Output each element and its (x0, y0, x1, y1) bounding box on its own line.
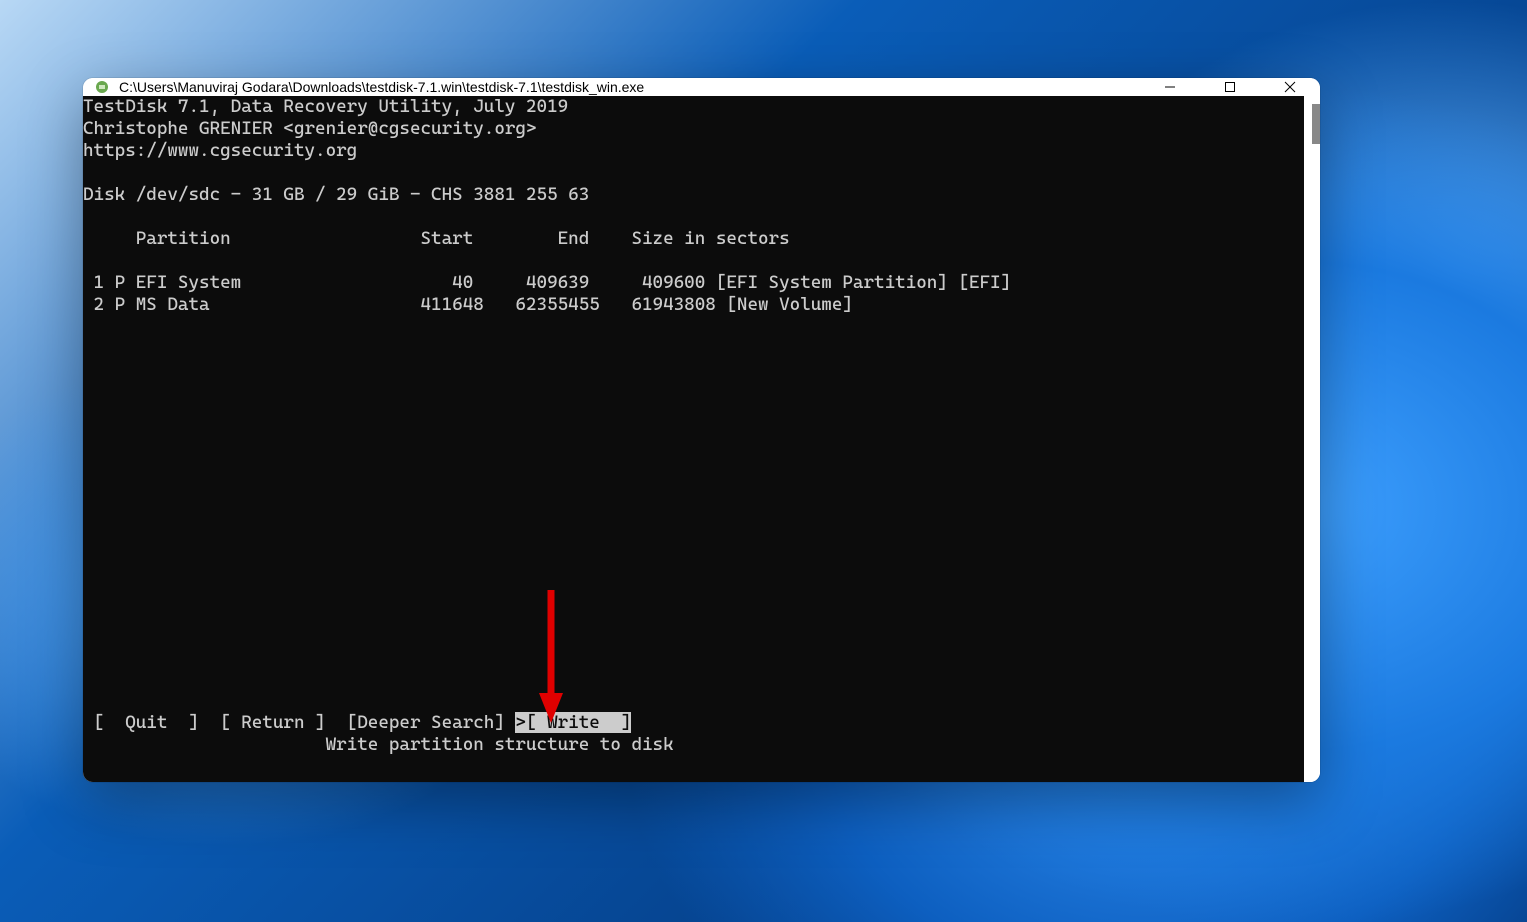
menu-write-label: [ Write ] (526, 712, 631, 733)
blank-line (83, 492, 1304, 514)
scrollbar-track[interactable] (1304, 96, 1320, 782)
blank-line (83, 448, 1304, 470)
blank-line (83, 338, 1304, 360)
window-titlebar[interactable]: C:\Users\Manuviraj Godara\Downloads\test… (83, 78, 1320, 96)
blank-line (83, 382, 1304, 404)
header-line: Christophe GRENIER <grenier@cgsecurity.o… (83, 118, 1304, 140)
blank-line (83, 426, 1304, 448)
window-title: C:\Users\Manuviraj Godara\Downloads\test… (119, 79, 1140, 95)
menu-write[interactable]: >[ Write ] (515, 712, 631, 733)
terminal-output[interactable]: TestDisk 7.1, Data Recovery Utility, Jul… (83, 96, 1304, 782)
window-controls (1140, 78, 1320, 96)
scrollbar-thumb[interactable] (1312, 104, 1320, 144)
blank-line (83, 624, 1304, 646)
blank-line (83, 602, 1304, 624)
blank-line (83, 646, 1304, 668)
blank-line (83, 690, 1304, 712)
blank-line (83, 404, 1304, 426)
blank-line (83, 360, 1304, 382)
blank-line (83, 206, 1304, 228)
partition-row: 2 P MS Data 411648 62355455 61943808 [Ne… (83, 294, 1304, 316)
menu-row: [ Quit ] [ Return ] [Deeper Search] >[ W… (83, 712, 1304, 734)
blank-line (83, 470, 1304, 492)
console-window: C:\Users\Manuviraj Godara\Downloads\test… (83, 78, 1320, 782)
blank-line (83, 514, 1304, 536)
blank-line (83, 580, 1304, 602)
disk-info-line: Disk /dev/sdc - 31 GB / 29 GiB - CHS 388… (83, 184, 1304, 206)
minimize-button[interactable] (1140, 78, 1200, 96)
menu-hint: Write partition structure to disk (83, 734, 1304, 756)
menu-deeper-search[interactable]: [Deeper Search] (347, 712, 505, 733)
header-line: TestDisk 7.1, Data Recovery Utility, Jul… (83, 96, 1304, 118)
menu-return[interactable]: [ Return ] (220, 712, 325, 733)
menu-quit[interactable]: [ Quit ] (94, 712, 199, 733)
close-button[interactable] (1260, 78, 1320, 96)
blank-line (83, 536, 1304, 558)
blank-line (83, 558, 1304, 580)
columns-header: Partition Start End Size in sectors (83, 228, 1304, 250)
blank-line (83, 250, 1304, 272)
maximize-button[interactable] (1200, 78, 1260, 96)
partition-row: 1 P EFI System 40 409639 409600 [EFI Sys… (83, 272, 1304, 294)
blank-line (83, 162, 1304, 184)
blank-line (83, 316, 1304, 338)
blank-line (83, 668, 1304, 690)
terminal-area: TestDisk 7.1, Data Recovery Utility, Jul… (83, 96, 1320, 782)
menu-write-cursor: > (515, 712, 526, 733)
header-line: https://www.cgsecurity.org (83, 140, 1304, 162)
app-icon (93, 78, 111, 96)
